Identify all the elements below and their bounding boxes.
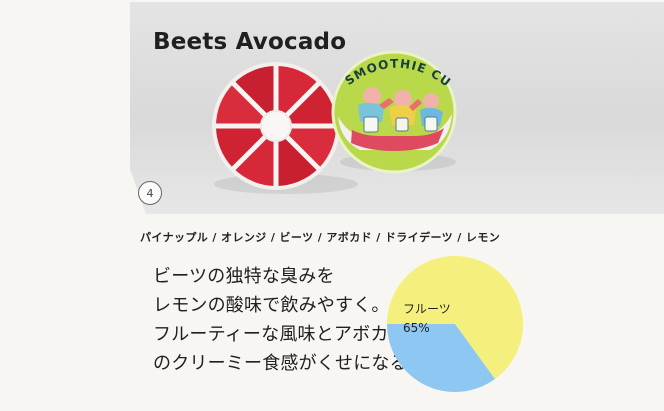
pie-label-percent: 65% (403, 321, 430, 335)
description-line-2: レモンの酸味で飲みやすく。 (153, 295, 390, 316)
pie-label-fruit: フルーツ (403, 302, 451, 316)
product-description: ビーツの独特な臭みを レモンの酸味で飲みやすく。 フルーティーな風味とアボカド … (153, 262, 426, 378)
fruit-ratio-pie-chart: フルーツ 65% (387, 256, 523, 392)
beet-smoothie-tray (212, 62, 340, 190)
ingredients-list: パイナップル / オレンジ / ビーツ / アボカド / ドライデーツ / レモ… (140, 231, 501, 244)
description-line-3: フルーティーな風味とアボカド (153, 324, 407, 345)
product-image: SMOOTHIE CUBE (206, 38, 457, 194)
description-line-1: ビーツの独特な臭みを (153, 266, 335, 287)
description-line-4: のクリーミー食感がくせになる。 (153, 353, 426, 374)
step-number-badge: 4 (138, 181, 162, 205)
